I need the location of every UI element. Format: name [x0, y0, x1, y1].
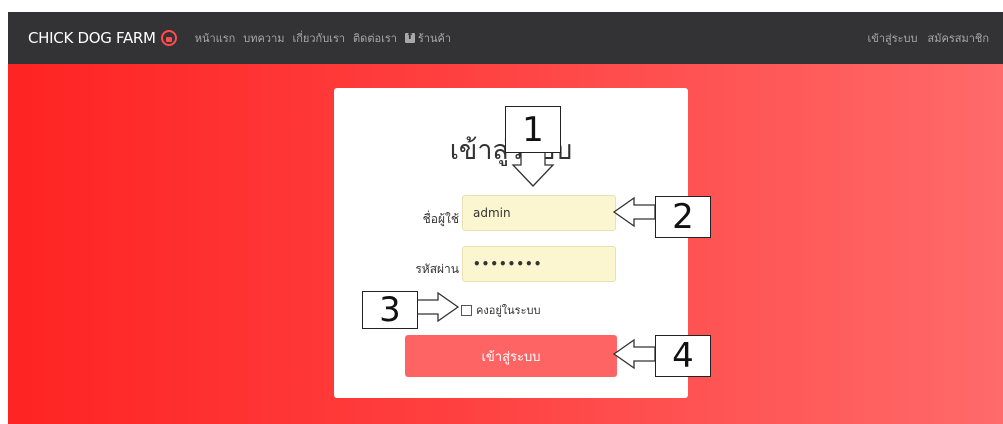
callout-1: 1	[505, 106, 561, 153]
nav-articles-link[interactable]: บทความ	[243, 29, 284, 47]
nav-contact-link[interactable]: ติดต่อเรา	[353, 29, 397, 47]
username-label: ชื่อผู้ใช้	[422, 212, 459, 226]
callout-4: 4	[655, 335, 711, 377]
login-submit-button[interactable]: เข้าสู่ระบบ	[405, 335, 617, 377]
brand-name[interactable]: CHICK DOG FARM	[28, 29, 156, 47]
callout-2: 2	[655, 196, 711, 238]
nav-shop-label: ร้านค้า	[417, 32, 452, 45]
nav-home-link[interactable]: หน้าแรก	[195, 29, 236, 47]
password-label: รหัสผ่าน	[415, 262, 459, 276]
nav-right: เข้าสู่ระบบ สมัครสมาชิก	[858, 29, 989, 47]
nav-register-link[interactable]: สมัครสมาชิก	[928, 29, 990, 47]
page: CHICK DOG FARM หน้าแรก บทความ เกี่ยวกับเ…	[0, 0, 1003, 424]
brand-logo[interactable]: CHICK DOG FARM	[28, 29, 177, 47]
callout-3: 3	[362, 290, 418, 330]
nav-login-link[interactable]: เข้าสู่ระบบ	[868, 29, 918, 47]
facebook-icon	[404, 31, 415, 43]
remember-me[interactable]: คงอยู่ในระบบ	[461, 301, 540, 319]
nav-about-link[interactable]: เกี่ยวกับเรา	[293, 29, 346, 47]
remember-label: คงอยู่ในระบบ	[476, 304, 541, 317]
lock-icon	[160, 30, 177, 46]
top-navbar: CHICK DOG FARM หน้าแรก บทความ เกี่ยวกับเ…	[8, 12, 1003, 64]
nav-links: หน้าแรก บทความ เกี่ยวกับเรา ติดต่อเรา ร้…	[187, 29, 451, 47]
username-input[interactable]: admin	[462, 195, 616, 231]
password-input[interactable]: ••••••••	[462, 246, 616, 282]
nav-shop-link[interactable]: ร้านค้า	[404, 29, 452, 47]
remember-checkbox[interactable]	[461, 304, 472, 316]
